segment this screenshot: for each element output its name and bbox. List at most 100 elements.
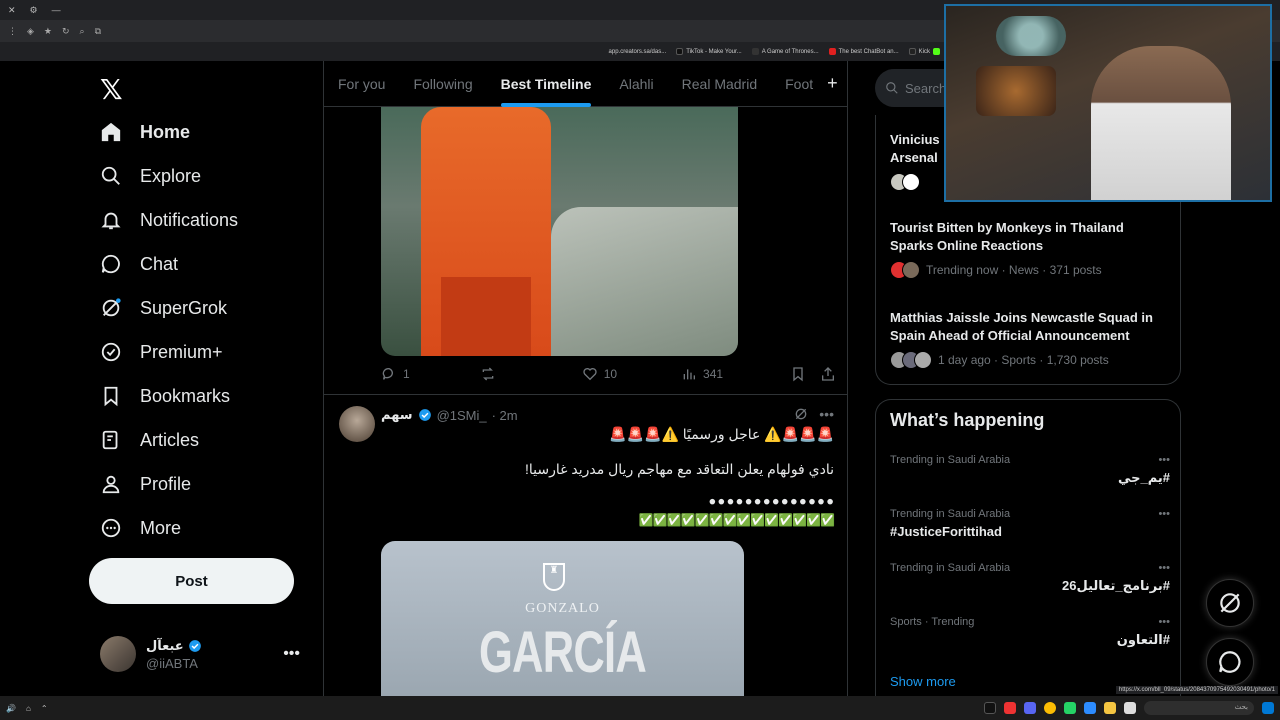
tweet-text-line: ✅✅✅✅✅✅✅✅✅✅✅✅✅✅ <box>638 513 835 527</box>
bookmark-item[interactable]: A Game of Thrones... <box>751 48 819 55</box>
trend-item[interactable]: Trending in Saudi Arabia ••• #JusticeFori… <box>890 508 1170 539</box>
nav-premium[interactable]: Premium+ <box>100 341 223 363</box>
tweet-image-announcement[interactable]: ♜ GONZALO GARCÍA <box>381 541 744 696</box>
extension-icon[interactable]: ◈ <box>27 26 34 37</box>
tab-following[interactable]: Following <box>399 61 486 107</box>
bell-icon <box>101 212 121 230</box>
tab-foot[interactable]: Foot <box>771 61 827 107</box>
more-options-icon[interactable]: ••• <box>1158 616 1170 628</box>
nav-label: More <box>140 517 182 538</box>
news-item[interactable]: Tourist Bitten by Monkeys in Thailand Spa… <box>890 219 1175 279</box>
windows-start-icon[interactable] <box>1262 702 1274 714</box>
reload-icon[interactable]: ↻ <box>62 26 70 37</box>
tweet-text-line: 🚨🚨🚨⚠️ عاجل ورسميًا ⚠️🚨🚨🚨 <box>609 426 834 442</box>
app-icon[interactable] <box>1004 702 1016 714</box>
trend-name: #يم_جي <box>1117 470 1170 485</box>
nav-explore[interactable]: Explore <box>100 165 201 187</box>
nav-profile[interactable]: Profile <box>100 473 191 495</box>
nav-chat[interactable]: Chat <box>100 253 178 275</box>
chrome-icon[interactable] <box>1044 702 1056 714</box>
more-options-icon[interactable]: ••• <box>283 645 300 663</box>
share-button[interactable] <box>820 366 836 382</box>
more-options-icon[interactable]: ••• <box>1158 508 1170 520</box>
post-button[interactable]: Post <box>89 558 294 604</box>
bookmark-item[interactable]: Kick <box>908 48 940 55</box>
taskbar-search[interactable]: بحث <box>1144 701 1254 715</box>
discord-icon[interactable] <box>1024 702 1036 714</box>
repost-icon <box>482 367 494 381</box>
streamer-figure <box>1091 46 1231 200</box>
tab-best-timeline[interactable]: Best Timeline <box>487 61 606 107</box>
tab-alahli[interactable]: Alahli <box>605 61 667 107</box>
wifi-icon[interactable]: ⌂ <box>26 704 31 713</box>
trend-context: Trending in Saudi Arabia <box>890 508 1011 520</box>
tab-for-you[interactable]: For you <box>324 61 399 107</box>
nav-label: Home <box>140 121 191 142</box>
whatsapp-icon[interactable] <box>1064 702 1076 714</box>
views-button[interactable]: 341 <box>681 366 723 382</box>
more-options-icon[interactable]: ••• <box>819 406 834 422</box>
nav-more[interactable]: More <box>100 517 181 539</box>
tiktok-icon[interactable] <box>984 702 996 714</box>
star-icon[interactable]: ★ <box>44 26 52 37</box>
share-icon[interactable]: ⧉ <box>95 26 101 37</box>
reply-button[interactable]: 1 <box>381 366 410 382</box>
tab-real-madrid[interactable]: Real Madrid <box>668 61 771 107</box>
tweet-header: سهم @1SMi_ · 2m <box>381 407 518 423</box>
flag-shape <box>551 207 738 356</box>
show-more-link[interactable]: Show more <box>890 674 956 689</box>
repost-button[interactable] <box>480 366 496 382</box>
verified-icon <box>188 639 201 652</box>
grok-icon[interactable] <box>793 406 809 422</box>
menu-dots-icon[interactable]: ⋮ <box>8 26 17 37</box>
avatar <box>100 636 136 672</box>
status-url: https://x.com/bll_09/status/208437097549… <box>1115 686 1278 694</box>
nav-bookmarks[interactable]: Bookmarks <box>100 385 230 407</box>
tweet-image-goalkeeper[interactable] <box>381 107 738 356</box>
author-name[interactable]: سهم <box>381 407 413 423</box>
home-icon <box>101 122 121 142</box>
profile-icon <box>102 475 120 494</box>
author-handle[interactable]: @1SMi_ <box>437 408 487 423</box>
youtube-icon <box>828 48 836 55</box>
bookmark-item[interactable]: app.creators.sa/das... <box>609 49 667 55</box>
nav-notifications[interactable]: Notifications <box>100 209 238 231</box>
nav-supergrok[interactable]: SuperGrok <box>100 297 227 319</box>
nav-home[interactable]: Home <box>100 121 190 143</box>
nav-articles[interactable]: Articles <box>100 429 199 451</box>
trend-context: Trending in Saudi Arabia <box>890 454 1011 466</box>
views-count: 341 <box>703 367 724 381</box>
app-icon[interactable] <box>1124 702 1136 714</box>
sound-icon[interactable]: 🔊 <box>6 704 16 713</box>
trend-item[interactable]: Trending in Saudi Arabia ••• #برنامج_تعال… <box>890 562 1170 594</box>
settings-icon[interactable]: ⚙ <box>30 5 38 16</box>
chevron-up-icon[interactable]: ⌃ <box>41 704 48 713</box>
zoom-icon[interactable]: ⌕ <box>80 26 85 37</box>
more-options-icon[interactable]: ••• <box>1158 562 1170 574</box>
grok-float-button[interactable] <box>1206 579 1254 627</box>
tweet-time[interactable]: · 2m <box>492 408 518 423</box>
bookmark-item[interactable]: TikTok - Make Your... <box>676 48 742 55</box>
add-tab-icon[interactable]: + <box>827 73 847 94</box>
close-window-icon[interactable]: ✕ <box>8 5 16 16</box>
nav-label: Chat <box>140 253 179 274</box>
bookmark-button[interactable] <box>790 366 806 382</box>
minimize-icon[interactable]: — <box>52 5 61 15</box>
trend-item[interactable]: Trending in Saudi Arabia ••• #يم_جي <box>890 454 1170 486</box>
like-button[interactable]: 10 <box>582 366 617 382</box>
nav-label: Bookmarks <box>140 385 231 406</box>
x-logo-icon[interactable]: 𝕏 <box>100 73 123 106</box>
more-options-icon[interactable]: ••• <box>1158 454 1170 466</box>
news-item[interactable]: Matthias Jaissle Joins Newcastle Squad i… <box>890 309 1175 369</box>
account-switcher[interactable]: عبعآل @iiABTA ••• <box>100 636 310 672</box>
app-icon[interactable] <box>1084 702 1096 714</box>
tweet[interactable]: سهم @1SMi_ · 2m ••• 🚨🚨🚨⚠️ عاجل ورسميًا ⚠… <box>324 396 847 696</box>
trend-item[interactable]: Sports · Trending ••• #التعاون <box>890 616 1170 648</box>
folder-icon[interactable] <box>1104 702 1116 714</box>
tweet-actions: 1 10 341 <box>381 366 836 382</box>
avatar[interactable] <box>339 406 375 442</box>
whats-happening-card: What’s happening Trending in Saudi Arabi… <box>875 399 1181 696</box>
messages-float-button[interactable] <box>1206 638 1254 686</box>
webcam-overlay <box>944 4 1272 202</box>
bookmark-item[interactable]: The best ChatBot an... <box>828 48 899 55</box>
